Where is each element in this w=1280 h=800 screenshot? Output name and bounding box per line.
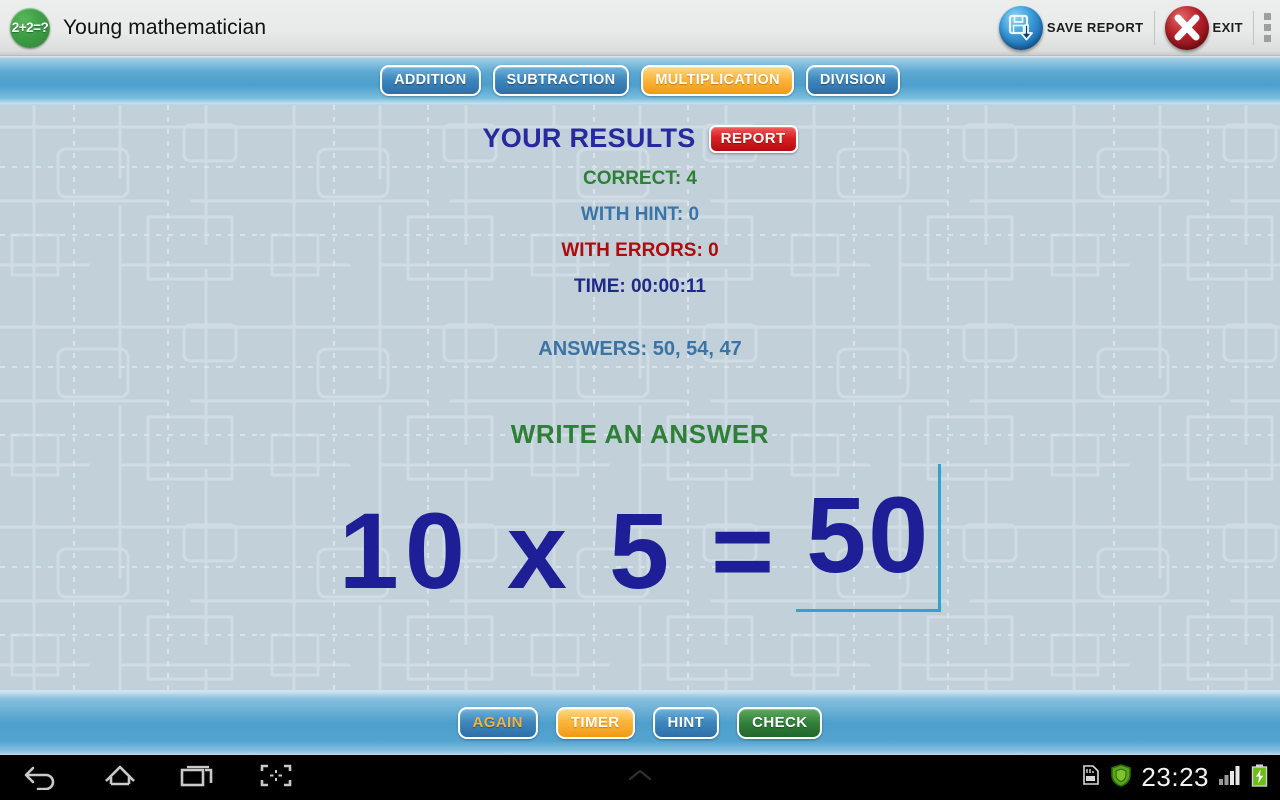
status-clock: 23:23 [1141,762,1209,792]
home-icon[interactable] [100,760,140,795]
android-navigation-bar: 23:23 [0,755,1280,800]
answer-input-value: 50 [806,473,931,595]
stat-with-hint: WITH HINT: 0 [580,204,700,225]
write-answer-prompt: WRITE AN ANSWER [510,419,770,449]
report-button[interactable]: REPORT [708,124,798,153]
tab-addition[interactable]: ADDITION [380,64,481,96]
stat-correct: CORRECT: 4 [582,168,697,189]
recent-apps-icon[interactable] [178,760,218,795]
title-bar-actions: SAVE REPORT EXIT [989,0,1280,56]
main-board: YOUR RESULTS REPORT CORRECT: 4 WITH HINT… [0,105,1280,690]
stat-time: TIME: 00:00:11 [574,276,706,297]
exit-label: EXIT [1212,20,1243,35]
app-root: 2+2=? Young mathematician SAVE REPORT EX… [0,0,1280,800]
nav-buttons [22,760,296,795]
tab-multiplication[interactable]: MULTIPLICATION [641,64,794,96]
overflow-menu-icon[interactable] [1254,0,1280,56]
check-button[interactable]: CHECK [737,707,823,739]
save-report-button[interactable]: SAVE REPORT [989,0,1154,56]
results-title: YOUR RESULTS [482,123,696,153]
antivirus-shield-icon [1110,763,1132,792]
exit-button[interactable]: EXIT [1155,0,1254,56]
tab-division[interactable]: DIVISION [805,64,900,96]
again-button[interactable]: AGAIN [457,707,538,739]
battery-charging-icon [1251,764,1268,792]
save-report-label: SAVE REPORT [1046,20,1144,35]
equation-row: 10 x 5 = 50 [0,464,1280,612]
answer-input[interactable]: 50 [796,464,942,612]
page-title: Young mathematician [63,15,267,39]
status-icons: 23:23 [1081,762,1268,793]
notification-drawer-handle[interactable] [618,765,662,790]
app-logo-icon: 2+2=? [10,7,50,48]
signal-bars-icon [1218,764,1242,791]
hint-button[interactable]: HINT [652,707,720,739]
timer-button[interactable]: TIMER [555,707,635,739]
exit-x-orb-icon [1164,5,1209,50]
sd-card-icon [1081,764,1101,791]
equation-expression: 10 x 5 = [338,490,781,612]
answers-list: ANSWERS: 50, 54, 47 [538,338,742,360]
title-bar: 2+2=? Young mathematician SAVE REPORT EX… [0,0,1280,56]
stat-with-errors: WITH ERRORS: 0 [561,240,719,261]
app-logo-text: 2+2=? [11,20,49,35]
tab-subtraction[interactable]: SUBTRACTION [492,64,630,96]
save-disk-orb-icon [998,5,1043,50]
operation-tab-bar: ADDITION SUBTRACTION MULTIPLICATION DIVI… [0,56,1280,105]
action-bar: AGAIN TIMER HINT CHECK [0,690,1280,755]
results-header: YOUR RESULTS REPORT [0,123,1280,154]
screenshot-crop-icon[interactable] [256,760,296,795]
back-arrow-icon[interactable] [22,760,62,795]
